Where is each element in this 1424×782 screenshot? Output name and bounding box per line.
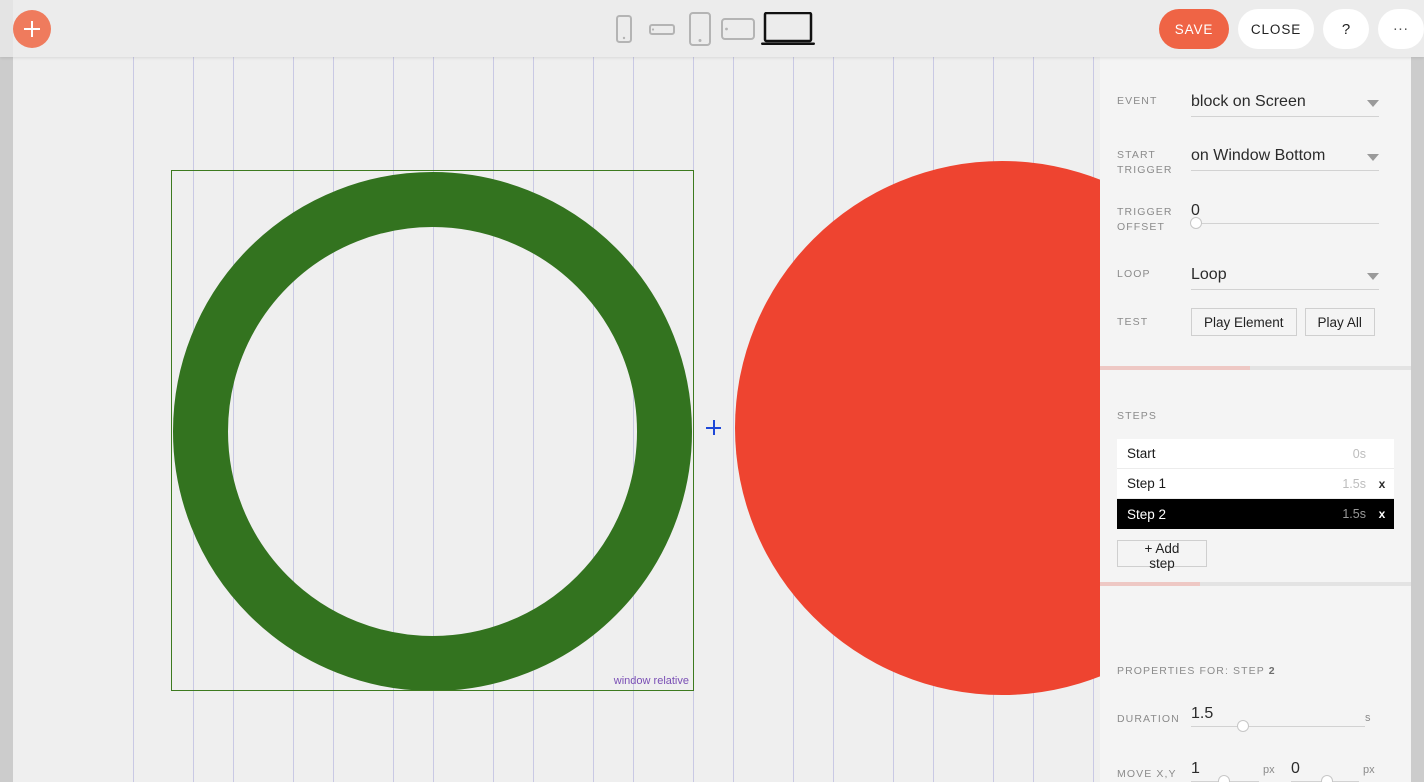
top-toolbar: SAVE CLOSE ? ... bbox=[0, 0, 1424, 57]
loop-field-row: LOOP Loop bbox=[1117, 263, 1397, 290]
crosshair-vertical bbox=[713, 420, 715, 435]
loop-select-value: Loop bbox=[1191, 266, 1227, 283]
loop-select[interactable]: Loop bbox=[1191, 263, 1379, 290]
left-scroll-rail[interactable] bbox=[0, 57, 13, 782]
properties-title: PROPERTIES FOR: STEP 2 bbox=[1117, 665, 1276, 677]
phone-landscape-icon bbox=[649, 23, 675, 35]
event-settings-card: EVENT block on Screen START TRIGGER on W… bbox=[1100, 57, 1411, 368]
selection-context-label: window relative bbox=[613, 675, 689, 687]
trigger-offset-value: 0 bbox=[1191, 202, 1200, 219]
trigger-offset-slider[interactable] bbox=[1190, 217, 1379, 229]
help-button[interactable]: ? bbox=[1323, 9, 1369, 49]
device-preview-switcher bbox=[605, 0, 819, 57]
event-select[interactable]: block on Screen bbox=[1191, 90, 1379, 117]
add-step-button[interactable]: + Add step bbox=[1117, 540, 1207, 571]
duration-label: DURATION bbox=[1117, 713, 1180, 725]
steps-card: STEPS Start 0s x Step 1 1.5s x Step 2 1.… bbox=[1100, 370, 1411, 584]
more-options-button[interactable]: ... bbox=[1378, 9, 1424, 49]
animation-settings-panel: EVENT block on Screen START TRIGGER on W… bbox=[1100, 57, 1424, 782]
test-field-row: TEST Play Element Play All bbox=[1117, 308, 1397, 336]
play-all-button[interactable]: Play All bbox=[1304, 308, 1375, 336]
move-label: MOVE X,Y bbox=[1117, 768, 1177, 780]
close-button[interactable]: CLOSE bbox=[1238, 9, 1314, 49]
toolbar-actions: SAVE CLOSE ? ... bbox=[1159, 9, 1424, 49]
duration-value: 1.5 bbox=[1191, 705, 1214, 722]
selection-bounding-box[interactable]: window relative bbox=[171, 170, 694, 691]
trigger-offset-field-row: TRIGGER OFFSET 0 bbox=[1117, 201, 1397, 235]
device-tablet-landscape-button[interactable] bbox=[719, 6, 757, 52]
desktop-icon bbox=[761, 11, 815, 45]
step-duration: 0s bbox=[1352, 446, 1366, 461]
trigger-offset-control[interactable]: 0 bbox=[1190, 201, 1379, 229]
step-properties-card: PROPERTIES FOR: STEP 2 DURATION 1.5 s MO… bbox=[1100, 586, 1411, 782]
duration-field-row: DURATION 1.5 s bbox=[1117, 704, 1397, 732]
design-canvas[interactable]: window relative bbox=[13, 57, 1100, 782]
step-duration: 1.5s bbox=[1342, 507, 1366, 521]
save-button[interactable]: SAVE bbox=[1159, 9, 1229, 49]
gridline bbox=[733, 57, 734, 782]
crosshair-icon bbox=[706, 420, 721, 435]
step-row-step-2[interactable]: Step 2 1.5s x bbox=[1117, 499, 1394, 529]
gridline bbox=[133, 57, 134, 782]
step-name: Step 2 bbox=[1127, 506, 1167, 522]
tablet-landscape-icon bbox=[721, 17, 755, 40]
move-x-unit: px bbox=[1263, 764, 1275, 776]
step-delete-button[interactable]: x bbox=[1370, 507, 1394, 521]
move-y-unit: px bbox=[1363, 764, 1375, 776]
step-row-step-1[interactable]: Step 1 1.5s x bbox=[1117, 469, 1394, 499]
slider-knob[interactable] bbox=[1321, 775, 1333, 782]
duration-unit: s bbox=[1365, 712, 1371, 724]
event-select-value: block on Screen bbox=[1191, 93, 1306, 110]
slider-knob[interactable] bbox=[1237, 720, 1249, 732]
chevron-down-icon bbox=[1367, 154, 1379, 161]
start-trigger-select-value: on Window Bottom bbox=[1191, 147, 1326, 164]
start-trigger-field-row: START TRIGGER on Window Bottom bbox=[1117, 144, 1397, 178]
plus-icon-vertical bbox=[31, 21, 33, 37]
slider-knob[interactable] bbox=[1190, 217, 1202, 229]
event-field-row: EVENT block on Screen bbox=[1117, 90, 1397, 117]
step-name: Start bbox=[1127, 446, 1156, 461]
step-duration: 1.5s bbox=[1342, 476, 1366, 491]
steps-title: STEPS bbox=[1117, 410, 1157, 422]
duration-control[interactable]: 1.5 bbox=[1191, 704, 1365, 732]
chevron-down-icon bbox=[1367, 273, 1379, 280]
canvas-left-margin bbox=[13, 57, 112, 782]
slider-knob[interactable] bbox=[1218, 775, 1230, 782]
steps-list: Start 0s x Step 1 1.5s x Step 2 1.5s x bbox=[1117, 439, 1394, 529]
device-phone-landscape-button[interactable] bbox=[643, 6, 681, 52]
step-name: Step 1 bbox=[1127, 476, 1167, 491]
start-trigger-select[interactable]: on Window Bottom bbox=[1191, 144, 1379, 171]
panel-scroll-rail[interactable] bbox=[1411, 57, 1424, 782]
phone-portrait-icon bbox=[616, 14, 632, 43]
start-trigger-label: START TRIGGER bbox=[1117, 149, 1173, 176]
properties-title-step: 2 bbox=[1268, 665, 1276, 677]
tablet-portrait-icon bbox=[689, 11, 711, 46]
move-x-control[interactable]: 1 bbox=[1191, 759, 1259, 782]
duration-slider[interactable] bbox=[1191, 720, 1365, 732]
device-tablet-portrait-button[interactable] bbox=[681, 6, 719, 52]
properties-title-prefix: PROPERTIES FOR: STEP bbox=[1117, 665, 1265, 677]
add-element-button[interactable] bbox=[13, 10, 51, 48]
step-delete-button[interactable]: x bbox=[1370, 477, 1394, 491]
move-field-row: MOVE X,Y 1 px 0 px bbox=[1117, 759, 1397, 782]
play-element-button[interactable]: Play Element bbox=[1191, 308, 1297, 336]
device-phone-portrait-button[interactable] bbox=[605, 6, 643, 52]
loop-label: LOOP bbox=[1117, 268, 1151, 280]
step-row-start[interactable]: Start 0s x bbox=[1117, 439, 1394, 469]
test-label: TEST bbox=[1117, 316, 1149, 328]
move-y-control[interactable]: 0 bbox=[1291, 759, 1359, 782]
chevron-down-icon bbox=[1367, 100, 1379, 107]
trigger-offset-label: TRIGGER OFFSET bbox=[1117, 206, 1173, 233]
toolbar-left-strip bbox=[0, 0, 13, 57]
event-label: EVENT bbox=[1117, 95, 1158, 107]
device-desktop-button[interactable] bbox=[757, 6, 819, 52]
app-root: SAVE CLOSE ? ... window relative EVENT b… bbox=[0, 0, 1424, 782]
